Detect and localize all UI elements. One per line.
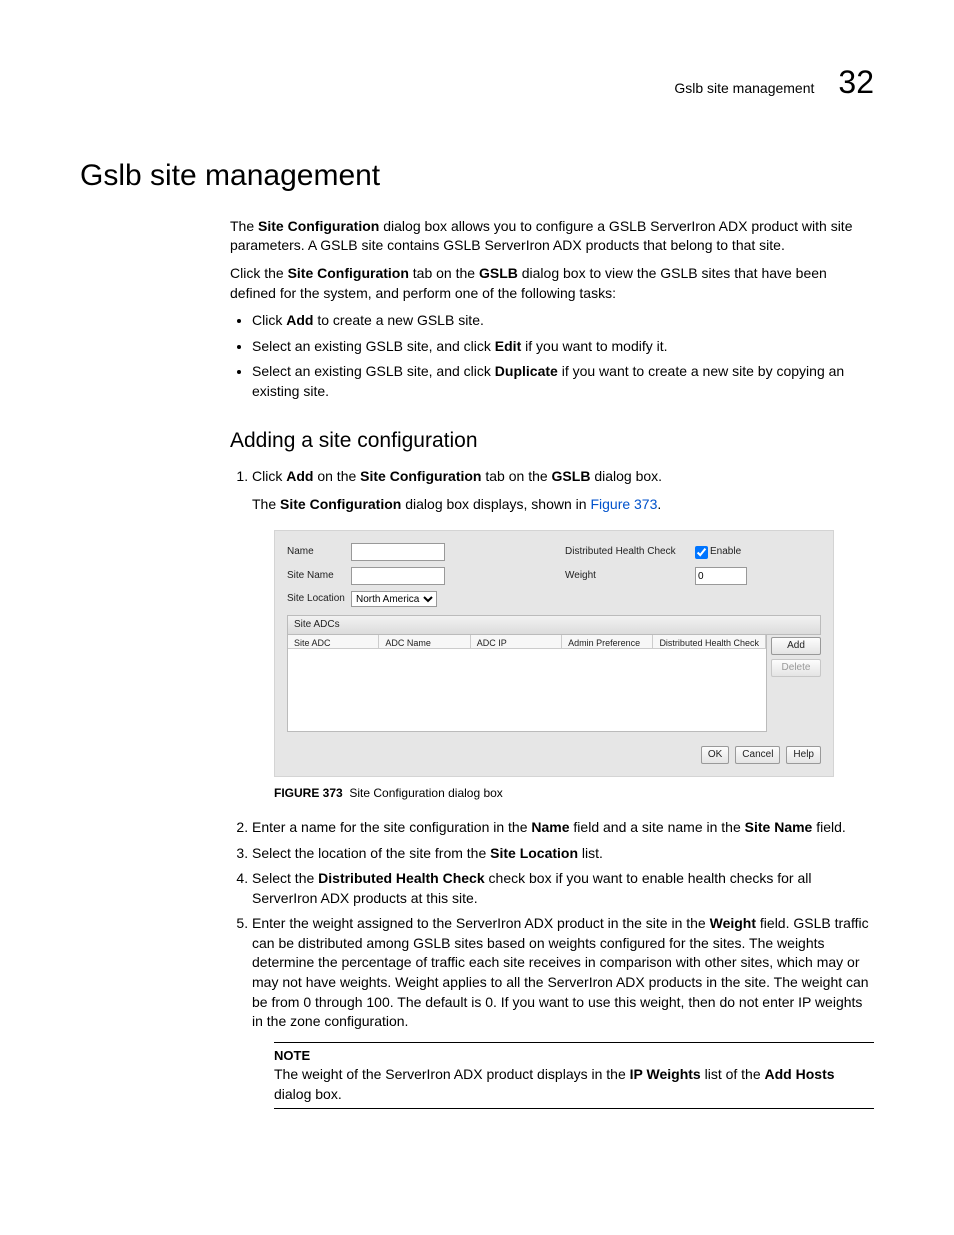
site-name-input[interactable] [351, 567, 445, 585]
body-content: The Site Configuration dialog box allows… [230, 217, 874, 1109]
cancel-button[interactable]: Cancel [735, 746, 780, 764]
name-input[interactable] [351, 543, 445, 561]
note-text: The weight of the ServerIron ADX product… [274, 1065, 874, 1104]
header-section-text: Gslb site management [674, 79, 814, 99]
subsection-heading: Adding a site configuration [230, 426, 874, 455]
procedure-list: Click Add on the Site Configuration tab … [230, 467, 874, 1109]
page-header: Gslb site management 32 [80, 60, 874, 105]
step-subtext: The Site Configuration dialog box displa… [252, 495, 874, 515]
ok-button[interactable]: OK [701, 746, 729, 764]
intro-paragraph-1: The Site Configuration dialog box allows… [230, 217, 874, 256]
page-title: Gslb site management [80, 155, 874, 197]
site-configuration-dialog-figure: Name Distributed Health Check Enable Sit… [274, 530, 834, 777]
column-header: Site ADC [288, 635, 379, 649]
list-item: Select the Distributed Health Check chec… [252, 869, 874, 908]
dhc-label: Distributed Health Check [565, 545, 695, 559]
list-item: Click Add on the Site Configuration tab … [252, 467, 874, 802]
figure-caption: FIGURE 373 Site Configuration dialog box [274, 785, 874, 802]
list-item: Select an existing GSLB site, and click … [252, 362, 874, 401]
chapter-number: 32 [838, 60, 874, 105]
site-adcs-table: Site ADC ADC Name ADC IP Admin Preferenc… [287, 635, 767, 732]
list-item: Enter the weight assigned to the ServerI… [252, 914, 874, 1109]
help-button[interactable]: Help [786, 746, 821, 764]
weight-label: Weight [565, 569, 695, 583]
note-block: NOTE The weight of the ServerIron ADX pr… [274, 1042, 874, 1109]
enable-checkbox[interactable] [695, 546, 708, 559]
add-adc-button[interactable]: Add [771, 637, 821, 655]
list-item: Select an existing GSLB site, and click … [252, 337, 874, 357]
list-item: Click Add to create a new GSLB site. [252, 311, 874, 331]
column-header: ADC Name [379, 635, 470, 649]
intro-paragraph-2: Click the Site Configuration tab on the … [230, 264, 874, 303]
column-header: ADC IP [471, 635, 562, 649]
delete-adc-button[interactable]: Delete [771, 659, 821, 677]
note-title: NOTE [274, 1047, 874, 1065]
weight-input[interactable] [695, 567, 747, 585]
column-header: Admin Preference [562, 635, 653, 649]
name-label: Name [287, 545, 351, 559]
site-location-select[interactable]: North America [351, 591, 437, 607]
list-item: Enter a name for the site configuration … [252, 818, 874, 838]
site-name-label: Site Name [287, 569, 351, 583]
task-bullet-list: Click Add to create a new GSLB site. Sel… [230, 311, 874, 401]
column-header: Distributed Health Check [653, 635, 766, 649]
enable-label: Enable [710, 545, 741, 559]
figure-reference-link[interactable]: Figure 373 [590, 496, 657, 512]
site-location-label: Site Location [287, 592, 351, 606]
site-adcs-panel-title: Site ADCs [287, 615, 821, 635]
list-item: Select the location of the site from the… [252, 844, 874, 864]
